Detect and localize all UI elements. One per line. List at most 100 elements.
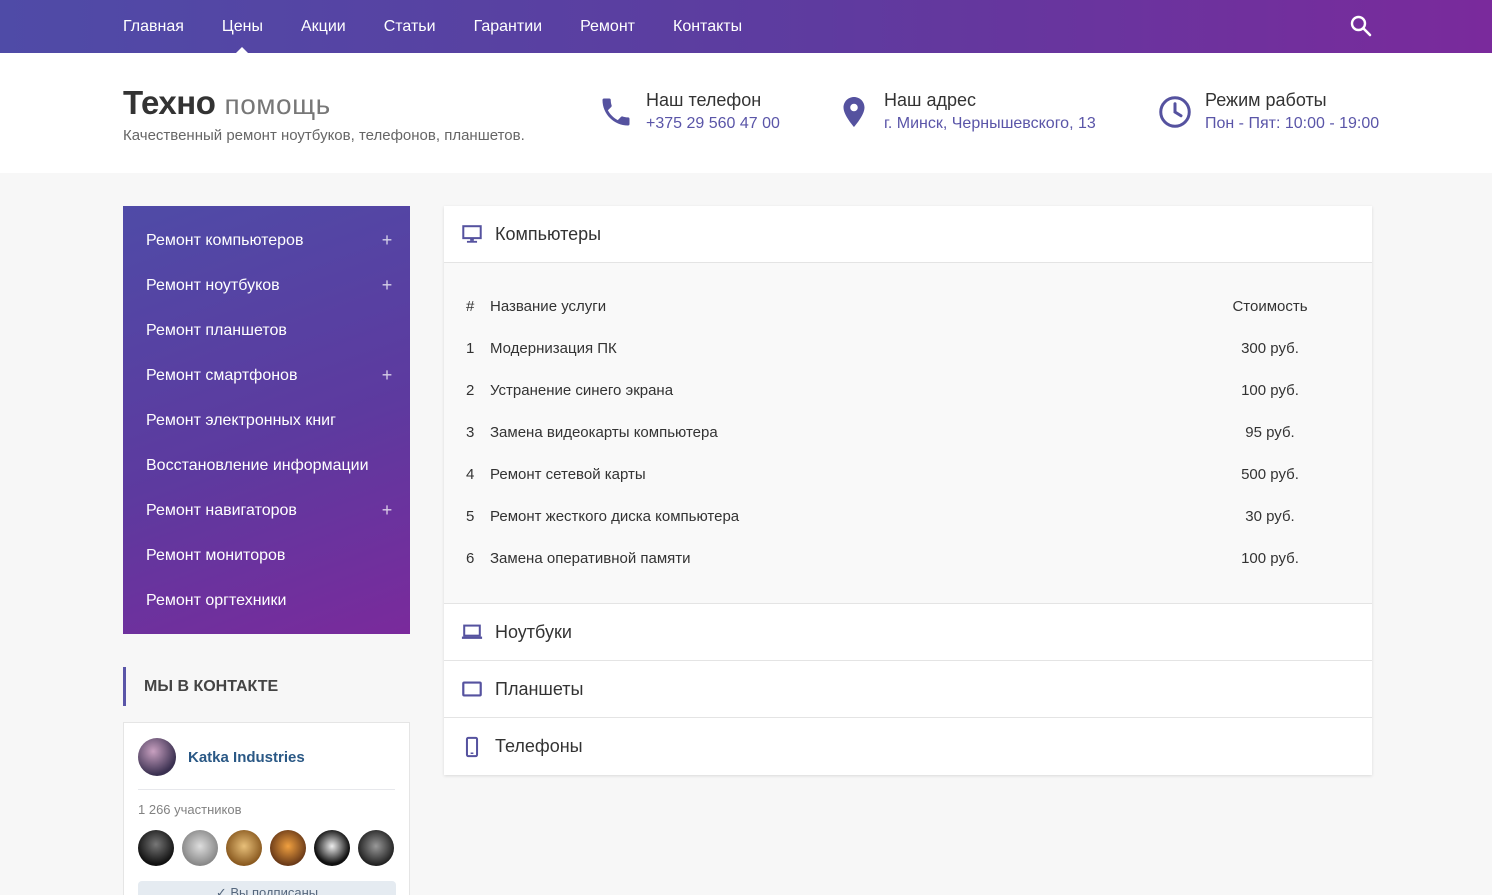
avatar[interactable]	[270, 830, 306, 866]
service-name: Ремонт сетевой карты	[490, 465, 646, 483]
service-name: Устранение синего экрана	[490, 381, 674, 399]
sidebar-item-label: Ремонт электронных книг	[146, 411, 336, 429]
avatar[interactable]	[182, 830, 218, 866]
expand-plus-icon[interactable]: +	[380, 500, 394, 521]
divider	[138, 789, 395, 790]
top-navbar: Главная Цены Акции Статьи Гарантии Ремон…	[0, 0, 1492, 53]
row-number: 6	[466, 549, 475, 567]
nav-item-contacts[interactable]: Контакты	[673, 0, 742, 53]
accordion-title: Компьютеры	[495, 223, 602, 244]
vk-subscribed-button[interactable]: ✓ Вы подписаны	[138, 881, 396, 895]
sidebar-item-smartphones[interactable]: Ремонт смартфонов +	[123, 353, 410, 398]
price-table: # Название услуги Стоимость 1 Модернизац…	[444, 263, 1372, 604]
logo-bold-text: Техно	[123, 84, 216, 121]
sidebar-item-label: Ремонт компьютеров	[146, 231, 304, 249]
table-row: 3 Замена видеокарты компьютера 95 руб.	[444, 411, 1372, 453]
service-price: 300 руб.	[1241, 339, 1299, 357]
main-menu: Главная Цены Акции Статьи Гарантии Ремон…	[123, 0, 780, 53]
accordion-header-laptops[interactable]: Ноутбуки	[444, 604, 1372, 661]
accordion-title: Ноутбуки	[495, 621, 572, 642]
address-value: г. Минск, Чернышевского, 13	[884, 115, 1096, 132]
service-name: Модернизация ПК	[490, 339, 617, 357]
sidebar-item-label: Ремонт навигаторов	[146, 501, 297, 519]
service-price: 100 руб.	[1241, 381, 1299, 399]
service-price: 95 руб.	[1245, 423, 1295, 441]
column-header-number: #	[466, 297, 475, 315]
vk-members-count[interactable]: 1 266 участников	[138, 802, 242, 817]
sidebar-item-computers[interactable]: Ремонт компьютеров +	[123, 218, 410, 263]
avatar[interactable]	[314, 830, 350, 866]
monitor-icon	[461, 223, 483, 245]
expand-plus-icon[interactable]: +	[380, 275, 394, 296]
sidebar-item-label: Ремонт оргтехники	[146, 591, 287, 609]
contact-phone: Наш телефон +375 29 560 47 00	[598, 89, 780, 135]
row-number: 1	[466, 339, 475, 357]
accordion-title: Телефоны	[495, 736, 583, 756]
accordion-header-computers[interactable]: Компьютеры	[444, 206, 1372, 263]
site-header: Техно помощь Качественный ремонт ноутбук…	[0, 53, 1492, 173]
map-pin-icon	[836, 94, 872, 130]
accordion-header-tablets[interactable]: Планшеты	[444, 661, 1372, 718]
row-number: 4	[466, 465, 475, 483]
row-number: 5	[466, 507, 475, 525]
accordion-title: Планшеты	[495, 678, 584, 699]
laptop-icon	[461, 621, 483, 643]
clock-icon	[1157, 94, 1193, 130]
sidebar-item-office-equipment[interactable]: Ремонт оргтехники	[123, 578, 410, 623]
phone-icon	[598, 94, 634, 130]
phone-device-icon	[461, 736, 483, 758]
nav-item-guarantees[interactable]: Гарантии	[474, 0, 543, 53]
sidebar-item-label: Ремонт смартфонов	[146, 366, 298, 384]
sidebar-menu: Ремонт компьютеров + Ремонт ноутбуков + Ре…	[123, 206, 410, 634]
search-icon[interactable]	[1348, 13, 1374, 39]
contact-hours: Режим работы Пон - Пят: 10:00 - 19:00	[1157, 89, 1379, 135]
sidebar-item-laptops[interactable]: Ремонт ноутбуков +	[123, 263, 410, 308]
sidebar-item-label: Ремонт мониторов	[146, 546, 286, 564]
table-row: 2 Устранение синего экрана 100 руб.	[444, 369, 1372, 411]
table-row: 4 Ремонт сетевой карты 500 руб.	[444, 453, 1372, 495]
table-header-row: # Название услуги Стоимость	[444, 285, 1372, 327]
service-price: 100 руб.	[1241, 549, 1299, 567]
vk-group-header: Katka Industries	[138, 738, 305, 776]
expand-plus-icon[interactable]: +	[380, 230, 394, 251]
service-name: Замена видеокарты компьютера	[490, 423, 718, 441]
nav-item-home[interactable]: Главная	[123, 0, 184, 53]
site-logo[interactable]: Техно помощь	[123, 83, 525, 125]
nav-item-prices[interactable]: Цены	[222, 0, 263, 53]
avatar[interactable]	[138, 738, 176, 776]
sidebar-item-monitors[interactable]: Ремонт мониторов	[123, 533, 410, 578]
avatar[interactable]	[226, 830, 262, 866]
sidebar-item-data-recovery[interactable]: Восстановление информации	[123, 443, 410, 488]
row-number: 2	[466, 381, 475, 399]
column-header-service: Название услуги	[490, 297, 607, 315]
nav-item-articles[interactable]: Статьи	[384, 0, 436, 53]
expand-plus-icon[interactable]: +	[380, 365, 394, 386]
service-name: Замена оперативной памяти	[490, 549, 691, 567]
table-row: 6 Замена оперативной памяти 100 руб.	[444, 537, 1372, 579]
contact-address: Наш адрес г. Минск, Чернышевского, 13	[836, 89, 1096, 135]
service-price: 30 руб.	[1245, 507, 1295, 525]
vk-member-avatars	[138, 830, 402, 866]
column-header-price: Стоимость	[1232, 297, 1308, 315]
sidebar-item-navigators[interactable]: Ремонт навигаторов +	[123, 488, 410, 533]
avatar[interactable]	[358, 830, 394, 866]
nav-item-repair[interactable]: Ремонт	[580, 0, 635, 53]
tablet-icon	[461, 678, 483, 700]
avatar[interactable]	[138, 830, 174, 866]
site-tagline: Качественный ремонт ноутбуков, телефонов…	[123, 127, 525, 144]
sidebar-item-ebooks[interactable]: Ремонт электронных книг	[123, 398, 410, 443]
sidebar-item-tablets[interactable]: Ремонт планшетов	[123, 308, 410, 353]
sidebar-item-label: Ремонт планшетов	[146, 321, 287, 339]
table-row: 1 Модернизация ПК 300 руб.	[444, 327, 1372, 369]
price-accordion: Компьютеры # Название услуги Стоимость 1…	[444, 206, 1372, 775]
phone-number[interactable]: +375 29 560 47 00	[646, 113, 780, 135]
hours-title: Режим работы	[1205, 90, 1327, 110]
phone-title: Наш телефон	[646, 90, 762, 110]
accordion-header-phones[interactable]: Телефоны	[444, 718, 1372, 775]
sidebar-item-label: Ремонт ноутбуков	[146, 276, 280, 294]
vk-widget: Katka Industries 1 266 участников ✓ Вы п…	[123, 722, 410, 895]
vk-group-name[interactable]: Katka Industries	[188, 749, 305, 766]
service-price: 500 руб.	[1241, 465, 1299, 483]
nav-item-promotions[interactable]: Акции	[301, 0, 346, 53]
hours-value: Пон - Пят: 10:00 - 19:00	[1205, 115, 1380, 132]
